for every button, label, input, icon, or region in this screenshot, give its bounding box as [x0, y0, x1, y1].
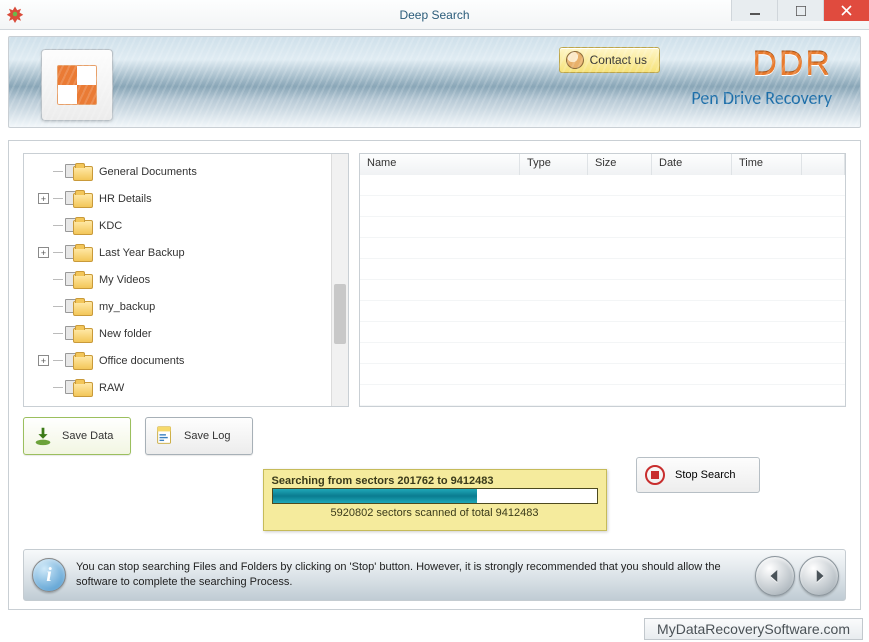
progress-panel: Searching from sectors 201762 to 9412483… [263, 469, 607, 531]
save-data-icon [32, 425, 54, 447]
folder-tree: +General Documents+HR Details+KDC+Last Y… [23, 153, 349, 407]
tree-item[interactable]: +My Videos [24, 266, 331, 293]
tree-scroll-thumb[interactable] [334, 284, 346, 344]
logo-icon [57, 65, 97, 105]
close-button[interactable] [823, 0, 869, 21]
column-header[interactable]: Type [520, 154, 588, 175]
stop-search-label: Stop Search [675, 469, 736, 481]
tree-item[interactable]: +my_backup [24, 293, 331, 320]
nav-forward-button[interactable] [799, 556, 839, 596]
logo-button[interactable] [41, 49, 113, 121]
progress-status: 5920802 sectors scanned of total 9412483 [272, 507, 598, 519]
save-log-icon [154, 425, 176, 447]
info-bar: i You can stop searching Files and Folde… [23, 549, 846, 601]
progress-fill [273, 489, 477, 503]
nav-back-button[interactable] [755, 556, 795, 596]
column-header[interactable]: Size [588, 154, 652, 175]
app-icon [6, 5, 24, 23]
tree-item-label: Office documents [99, 355, 184, 367]
folder-icon [65, 270, 95, 290]
tree-scrollbar[interactable] [331, 154, 348, 406]
tree-item[interactable]: +General Documents [24, 158, 331, 185]
progress-headline: Searching from sectors 201762 to 9412483 [272, 475, 598, 487]
contact-us-button[interactable]: Contact us [559, 47, 660, 73]
file-list-body [360, 175, 845, 406]
save-data-label: Save Data [62, 430, 113, 442]
save-log-button[interactable]: Save Log [145, 417, 253, 455]
folder-icon [65, 189, 95, 209]
tree-expander-icon[interactable]: + [38, 247, 49, 258]
tree-item-label: New folder [99, 328, 152, 340]
window-title: Deep Search [399, 8, 469, 22]
tree-item-label: RAW [99, 382, 124, 394]
file-list-headers[interactable]: NameTypeSizeDateTime [360, 154, 845, 175]
info-icon: i [32, 558, 66, 592]
tree-item[interactable]: +RAW [24, 374, 331, 401]
tree-item[interactable]: + HR Details [24, 185, 331, 212]
maximize-button[interactable] [777, 0, 823, 21]
stop-search-button[interactable]: Stop Search [636, 457, 760, 493]
column-header[interactable]: Time [732, 154, 802, 175]
folder-icon [65, 324, 95, 344]
tree-item-label: my_backup [99, 301, 155, 313]
folder-icon [65, 162, 95, 182]
window-controls [731, 0, 869, 21]
save-log-label: Save Log [184, 430, 230, 442]
folder-icon [65, 351, 95, 371]
column-header[interactable]: Date [652, 154, 732, 175]
tree-item[interactable]: + Office documents [24, 347, 331, 374]
titlebar: Deep Search [0, 0, 869, 30]
stop-icon [645, 465, 665, 485]
folder-tree-list[interactable]: +General Documents+HR Details+KDC+Last Y… [24, 154, 331, 406]
save-data-button[interactable]: Save Data [23, 417, 131, 455]
folder-icon [65, 378, 95, 398]
nav-buttons [755, 556, 839, 596]
tree-expander-icon[interactable]: + [38, 193, 49, 204]
brand-label: DDR [752, 45, 832, 84]
column-header[interactable]: Name [360, 154, 520, 175]
tree-item-label: HR Details [99, 193, 152, 205]
content-area: +General Documents+HR Details+KDC+Last Y… [9, 141, 860, 407]
folder-icon [65, 216, 95, 236]
tree-item-label: General Documents [99, 166, 197, 178]
tree-item[interactable]: +KDC [24, 212, 331, 239]
tree-item-label: Last Year Backup [99, 247, 185, 259]
folder-icon [65, 297, 95, 317]
info-text: You can stop searching Files and Folders… [76, 560, 756, 590]
progress-bar [272, 488, 598, 504]
file-list: NameTypeSizeDateTime [359, 153, 846, 407]
site-tag: MyDataRecoverySoftware.com [644, 618, 863, 640]
actions-row: Save Data Save Log [9, 407, 860, 455]
folder-icon [65, 243, 95, 263]
contact-avatar-icon [566, 51, 584, 69]
tree-expander-icon[interactable]: + [38, 355, 49, 366]
tree-item-label: My Videos [99, 274, 150, 286]
minimize-button[interactable] [731, 0, 777, 21]
tree-item-label: KDC [99, 220, 122, 232]
subbrand-label: Pen Drive Recovery [691, 87, 832, 109]
header-banner: Contact us DDR Pen Drive Recovery [8, 36, 861, 128]
contact-us-label: Contact us [590, 53, 647, 67]
tree-item[interactable]: +New folder [24, 320, 331, 347]
main-panel: +General Documents+HR Details+KDC+Last Y… [8, 140, 861, 610]
tree-item[interactable]: + Last Year Backup [24, 239, 331, 266]
